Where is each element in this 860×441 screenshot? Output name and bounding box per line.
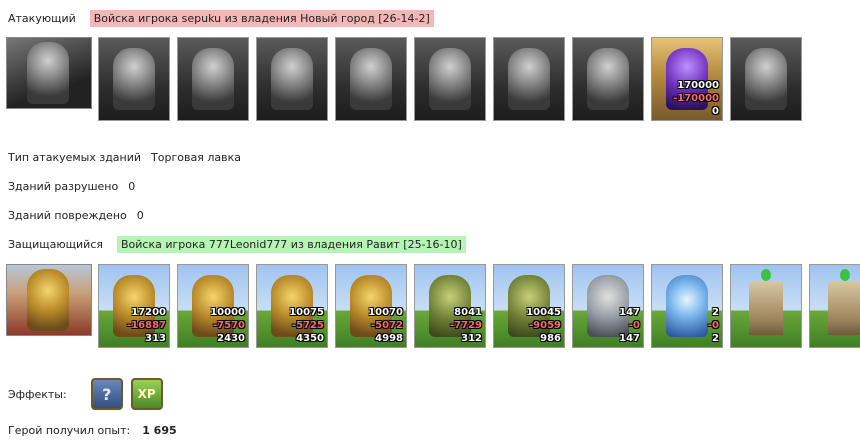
count-lost: -5072: [371, 320, 403, 331]
attacker-units: 170000 -170000 0: [6, 37, 809, 121]
defender-hero-defender[interactable]: [6, 264, 92, 336]
attacker-unit-5[interactable]: [414, 37, 486, 121]
count-lost: -170000: [673, 93, 719, 104]
unit-counts: 170000 -170000 0: [673, 79, 719, 118]
unit-counts: 10070 -5072 4998: [368, 306, 403, 345]
unit-counts: 8041 -7729 312: [450, 306, 482, 345]
count-before: 2: [712, 307, 719, 318]
attacker-unit-6[interactable]: [493, 37, 565, 121]
creature-icon: [587, 48, 629, 110]
effects-row: Эффекты: ? XP: [8, 378, 163, 410]
count-before: 8041: [454, 307, 482, 318]
attacker-unit-8[interactable]: 170000 -170000 0: [651, 37, 723, 121]
count-after: 2430: [217, 333, 245, 344]
attacker-unit-1[interactable]: [98, 37, 170, 121]
attacker-unit-2[interactable]: [177, 37, 249, 121]
count-lost: -5725: [292, 320, 324, 331]
attacker-label: Атакующий: [8, 12, 76, 25]
attacker-unit-4[interactable]: [335, 37, 407, 121]
defender-unit-4[interactable]: 10070 -5072 4998: [335, 264, 407, 348]
building-type-value: Торговая лавка: [151, 151, 241, 164]
defender-troops-title: Войска игрока 777Leonid777 из владения Р…: [117, 236, 466, 253]
unit-counts: 17200 -16887 313: [127, 306, 166, 345]
effects-label: Эффекты:: [8, 387, 67, 401]
destroyed-value: 0: [128, 180, 136, 193]
creature-icon: [508, 48, 550, 110]
building-type-row: Тип атакуемых зданий Торговая лавка: [8, 151, 241, 164]
tower-icon: [749, 269, 783, 335]
count-after: 4998: [375, 333, 403, 344]
damaged-value: 0: [136, 209, 144, 222]
unit-counts: 2 -0 2: [708, 306, 719, 345]
count-after: 986: [540, 333, 561, 344]
creature-icon: [350, 48, 392, 110]
damaged-row: Зданий повреждено 0: [8, 209, 144, 222]
destroyed-label: Зданий разрушено: [8, 180, 119, 193]
building-type-label: Тип атакуемых зданий: [8, 151, 142, 164]
count-lost: -7729: [450, 320, 482, 331]
defender-unit-1[interactable]: 17200 -16887 313: [98, 264, 170, 348]
count-after: 2: [712, 333, 719, 344]
unit-counts: 147 -0 147: [619, 306, 640, 345]
defender-unit-7[interactable]: 147 -0 147: [572, 264, 644, 348]
count-before: 10045: [526, 307, 561, 318]
count-after: 147: [619, 333, 640, 344]
attacker-unit-7[interactable]: [572, 37, 644, 121]
count-lost: -9059: [529, 320, 561, 331]
unit-counts: 10045 -9059 986: [526, 306, 561, 345]
defender-unit-3[interactable]: 10075 -5725 4350: [256, 264, 328, 348]
attacker-hero-attacker[interactable]: [6, 37, 92, 109]
unit-counts: 10000 -7570 2430: [210, 306, 245, 345]
creature-icon: [271, 48, 313, 110]
experience-label: Герой получил опыт:: [8, 424, 131, 437]
attacker-header: Атакующий Войска игрока sepuku из владен…: [8, 10, 434, 27]
experience-row: Герой получил опыт: 1 695: [8, 424, 177, 437]
xp-icon[interactable]: XP: [130, 378, 163, 410]
creature-icon: [113, 48, 155, 110]
count-lost: -0: [707, 320, 719, 331]
count-before: 10000: [210, 307, 245, 318]
count-before: 170000: [677, 80, 719, 91]
count-before: 10075: [289, 307, 324, 318]
creature-icon: [27, 269, 69, 331]
defender-unit-5[interactable]: 8041 -7729 312: [414, 264, 486, 348]
question-icon[interactable]: ?: [90, 378, 123, 410]
count-lost: -16887: [127, 320, 166, 331]
creature-icon: [745, 48, 787, 110]
count-before: 10070: [368, 307, 403, 318]
count-lost: -7570: [213, 320, 245, 331]
defender-tower-1[interactable]: [730, 264, 802, 348]
defender-tower-2[interactable]: [809, 264, 860, 348]
creature-icon: [192, 48, 234, 110]
defender-units: 17200 -16887 313 10000 -7570 2430 10075 -5725 43…: [6, 264, 860, 348]
defender-header: Защищающийся Войска игрока 777Leonid777 …: [8, 236, 466, 253]
defender-unit-6[interactable]: 10045 -9059 986: [493, 264, 565, 348]
creature-icon: [429, 48, 471, 110]
creature-icon: [27, 42, 69, 104]
defender-label: Защищающийся: [8, 238, 103, 251]
attacker-unit-3[interactable]: [256, 37, 328, 121]
attacker-troops-title: Войска игрока sepuku из владения Новый г…: [89, 10, 434, 27]
experience-value: 1 695: [142, 424, 177, 437]
unit-counts: 10075 -5725 4350: [289, 306, 324, 345]
count-lost: -0: [628, 320, 640, 331]
count-before: 147: [619, 307, 640, 318]
count-before: 17200: [131, 307, 166, 318]
destroyed-row: Зданий разрушено 0: [8, 180, 135, 193]
count-after: 4350: [296, 333, 324, 344]
creature-icon: [666, 275, 708, 337]
defender-unit-8[interactable]: 2 -0 2: [651, 264, 723, 348]
count-after: 312: [461, 333, 482, 344]
attacker-unit-9[interactable]: [730, 37, 802, 121]
tower-icon: [828, 269, 860, 335]
count-after: 0: [712, 106, 719, 117]
defender-unit-2[interactable]: 10000 -7570 2430: [177, 264, 249, 348]
count-after: 313: [145, 333, 166, 344]
damaged-label: Зданий повреждено: [8, 209, 127, 222]
